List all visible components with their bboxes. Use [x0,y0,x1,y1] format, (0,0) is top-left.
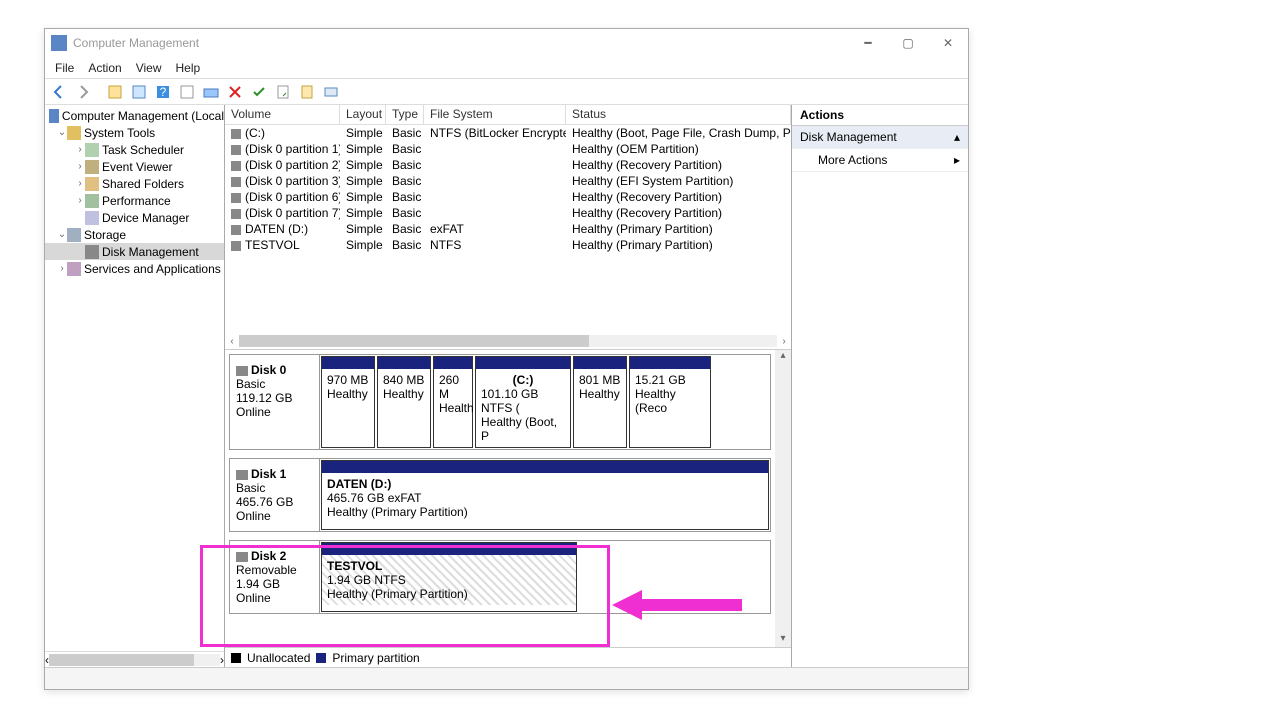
disk-list: Disk 0 Basic119.12 GBOnline 970 MBHealth… [225,350,775,647]
volume-row[interactable]: (Disk 0 partition 1)SimpleBasicHealthy (… [225,141,791,157]
disk2-box[interactable]: Disk 2 Removable1.94 GBOnline TESTVOL1.9… [229,540,771,614]
col-type[interactable]: Type [386,105,424,124]
minimize-button[interactable]: ━ [848,29,888,57]
actions-diskmgmt[interactable]: Disk Management▴ [792,126,968,149]
forward-button[interactable] [73,82,93,102]
main-area: Computer Management (Local ⌄System Tools… [45,105,968,667]
swatch-unallocated [231,653,241,663]
tree-shared[interactable]: ›Shared Folders [45,175,224,192]
disk0-box[interactable]: Disk 0 Basic119.12 GBOnline 970 MBHealth… [229,354,771,450]
tree-services[interactable]: ›Services and Applications [45,260,224,277]
chevron-right-icon: ▸ [954,153,960,167]
disk-icon [236,552,248,562]
check-icon[interactable] [249,82,269,102]
nav-tree: Computer Management (Local ⌄System Tools… [45,105,225,667]
col-layout[interactable]: Layout [340,105,386,124]
disk2-label: Disk 2 Removable1.94 GBOnline [230,541,320,613]
volume-row[interactable]: (Disk 0 partition 3)SimpleBasicHealthy (… [225,173,791,189]
toolbar-icon[interactable] [105,82,125,102]
disk-area: Disk 0 Basic119.12 GBOnline 970 MBHealth… [225,350,791,647]
back-button[interactable] [49,82,69,102]
help-icon[interactable]: ? [153,82,173,102]
legend-primary: Primary partition [332,651,419,665]
menu-action[interactable]: Action [88,61,121,75]
volume-row[interactable]: TESTVOLSimpleBasicNTFSHealthy (Primary P… [225,237,791,253]
volume-row[interactable]: (Disk 0 partition 7)SimpleBasicHealthy (… [225,205,791,221]
volume-row[interactable]: (C:)SimpleBasicNTFS (BitLocker Encrypted… [225,125,791,141]
menu-file[interactable]: File [55,61,74,75]
menu-help[interactable]: Help [176,61,201,75]
tree-root[interactable]: Computer Management (Local [45,107,224,124]
swatch-primary [316,653,326,663]
tree-task[interactable]: ›Task Scheduler [45,141,224,158]
toolbar-icon[interactable] [297,82,317,102]
disk0-partition[interactable]: 970 MBHealthy [321,356,375,448]
volume-header: Volume Layout Type File System Status [225,105,791,125]
col-volume[interactable]: Volume [225,105,340,124]
actions-pane: Actions Disk Management▴ More Actions▸ [792,105,968,667]
maximize-button[interactable]: ▢ [888,29,928,57]
disk2-partition[interactable]: TESTVOL1.94 GB NTFSHealthy (Primary Part… [321,542,577,612]
disk-icon [236,366,248,376]
titlebar: Computer Management ━ ▢ ✕ [45,29,968,57]
disk1-partition[interactable]: DATEN (D:)465.76 GB exFATHealthy (Primar… [321,460,769,530]
toolbar-icon[interactable] [321,82,341,102]
disk-icon [236,470,248,480]
disk1-label: Disk 1 Basic465.76 GBOnline [230,459,320,531]
volume-hscrollbar[interactable]: ‹› [225,333,791,349]
menubar: File Action View Help [45,57,968,79]
volume-row[interactable]: (Disk 0 partition 2)SimpleBasicHealthy (… [225,157,791,173]
tree-perf[interactable]: ›Performance [45,192,224,209]
tree-device[interactable]: Device Manager [45,209,224,226]
app-icon [51,35,67,51]
disk1-box[interactable]: Disk 1 Basic465.76 GBOnline DATEN (D:)46… [229,458,771,532]
disk0-partition[interactable]: 15.21 GBHealthy (Reco [629,356,711,448]
legend-unallocated: Unallocated [247,651,310,665]
actions-more[interactable]: More Actions▸ [792,149,968,172]
toolbar: ? [45,79,968,105]
management-window: Computer Management ━ ▢ ✕ File Action Vi… [44,28,969,690]
legend: Unallocated Primary partition [225,647,791,667]
delete-icon[interactable] [225,82,245,102]
window-title: Computer Management [73,36,848,50]
actions-header: Actions [792,105,968,126]
tree-storage[interactable]: ⌄Storage [45,226,224,243]
disk0-label: Disk 0 Basic119.12 GBOnline [230,355,320,449]
toolbar-icon[interactable] [129,82,149,102]
col-status[interactable]: Status [566,105,791,124]
col-fs[interactable]: File System [424,105,566,124]
disk0-partition[interactable]: 840 MBHealthy [377,356,431,448]
close-button[interactable]: ✕ [928,29,968,57]
toolbar-icon[interactable] [177,82,197,102]
toolbar-icon[interactable] [201,82,221,102]
svg-text:?: ? [160,85,167,99]
menu-view[interactable]: View [136,61,162,75]
disk0-partition[interactable]: 801 MBHealthy [573,356,627,448]
volume-row[interactable]: (Disk 0 partition 6)SimpleBasicHealthy (… [225,189,791,205]
disk0-partition-c[interactable]: (C:)101.10 GB NTFS (Healthy (Boot, P [475,356,571,448]
tree-event[interactable]: ›Event Viewer [45,158,224,175]
disk-vscrollbar[interactable]: ▴▾ [775,350,791,647]
content-area: Volume Layout Type File System Status (C… [225,105,792,667]
tree-systools[interactable]: ⌄System Tools [45,124,224,141]
volume-row[interactable]: DATEN (D:)SimpleBasicexFATHealthy (Prima… [225,221,791,237]
disk0-partition[interactable]: 260 MHealth [433,356,473,448]
volume-table: Volume Layout Type File System Status (C… [225,105,791,350]
tree-hscrollbar[interactable]: ‹› [45,651,224,667]
collapse-icon: ▴ [954,130,960,144]
tree-diskmgmt[interactable]: Disk Management [45,243,224,260]
statusbar [45,667,968,689]
toolbar-icon[interactable] [273,82,293,102]
